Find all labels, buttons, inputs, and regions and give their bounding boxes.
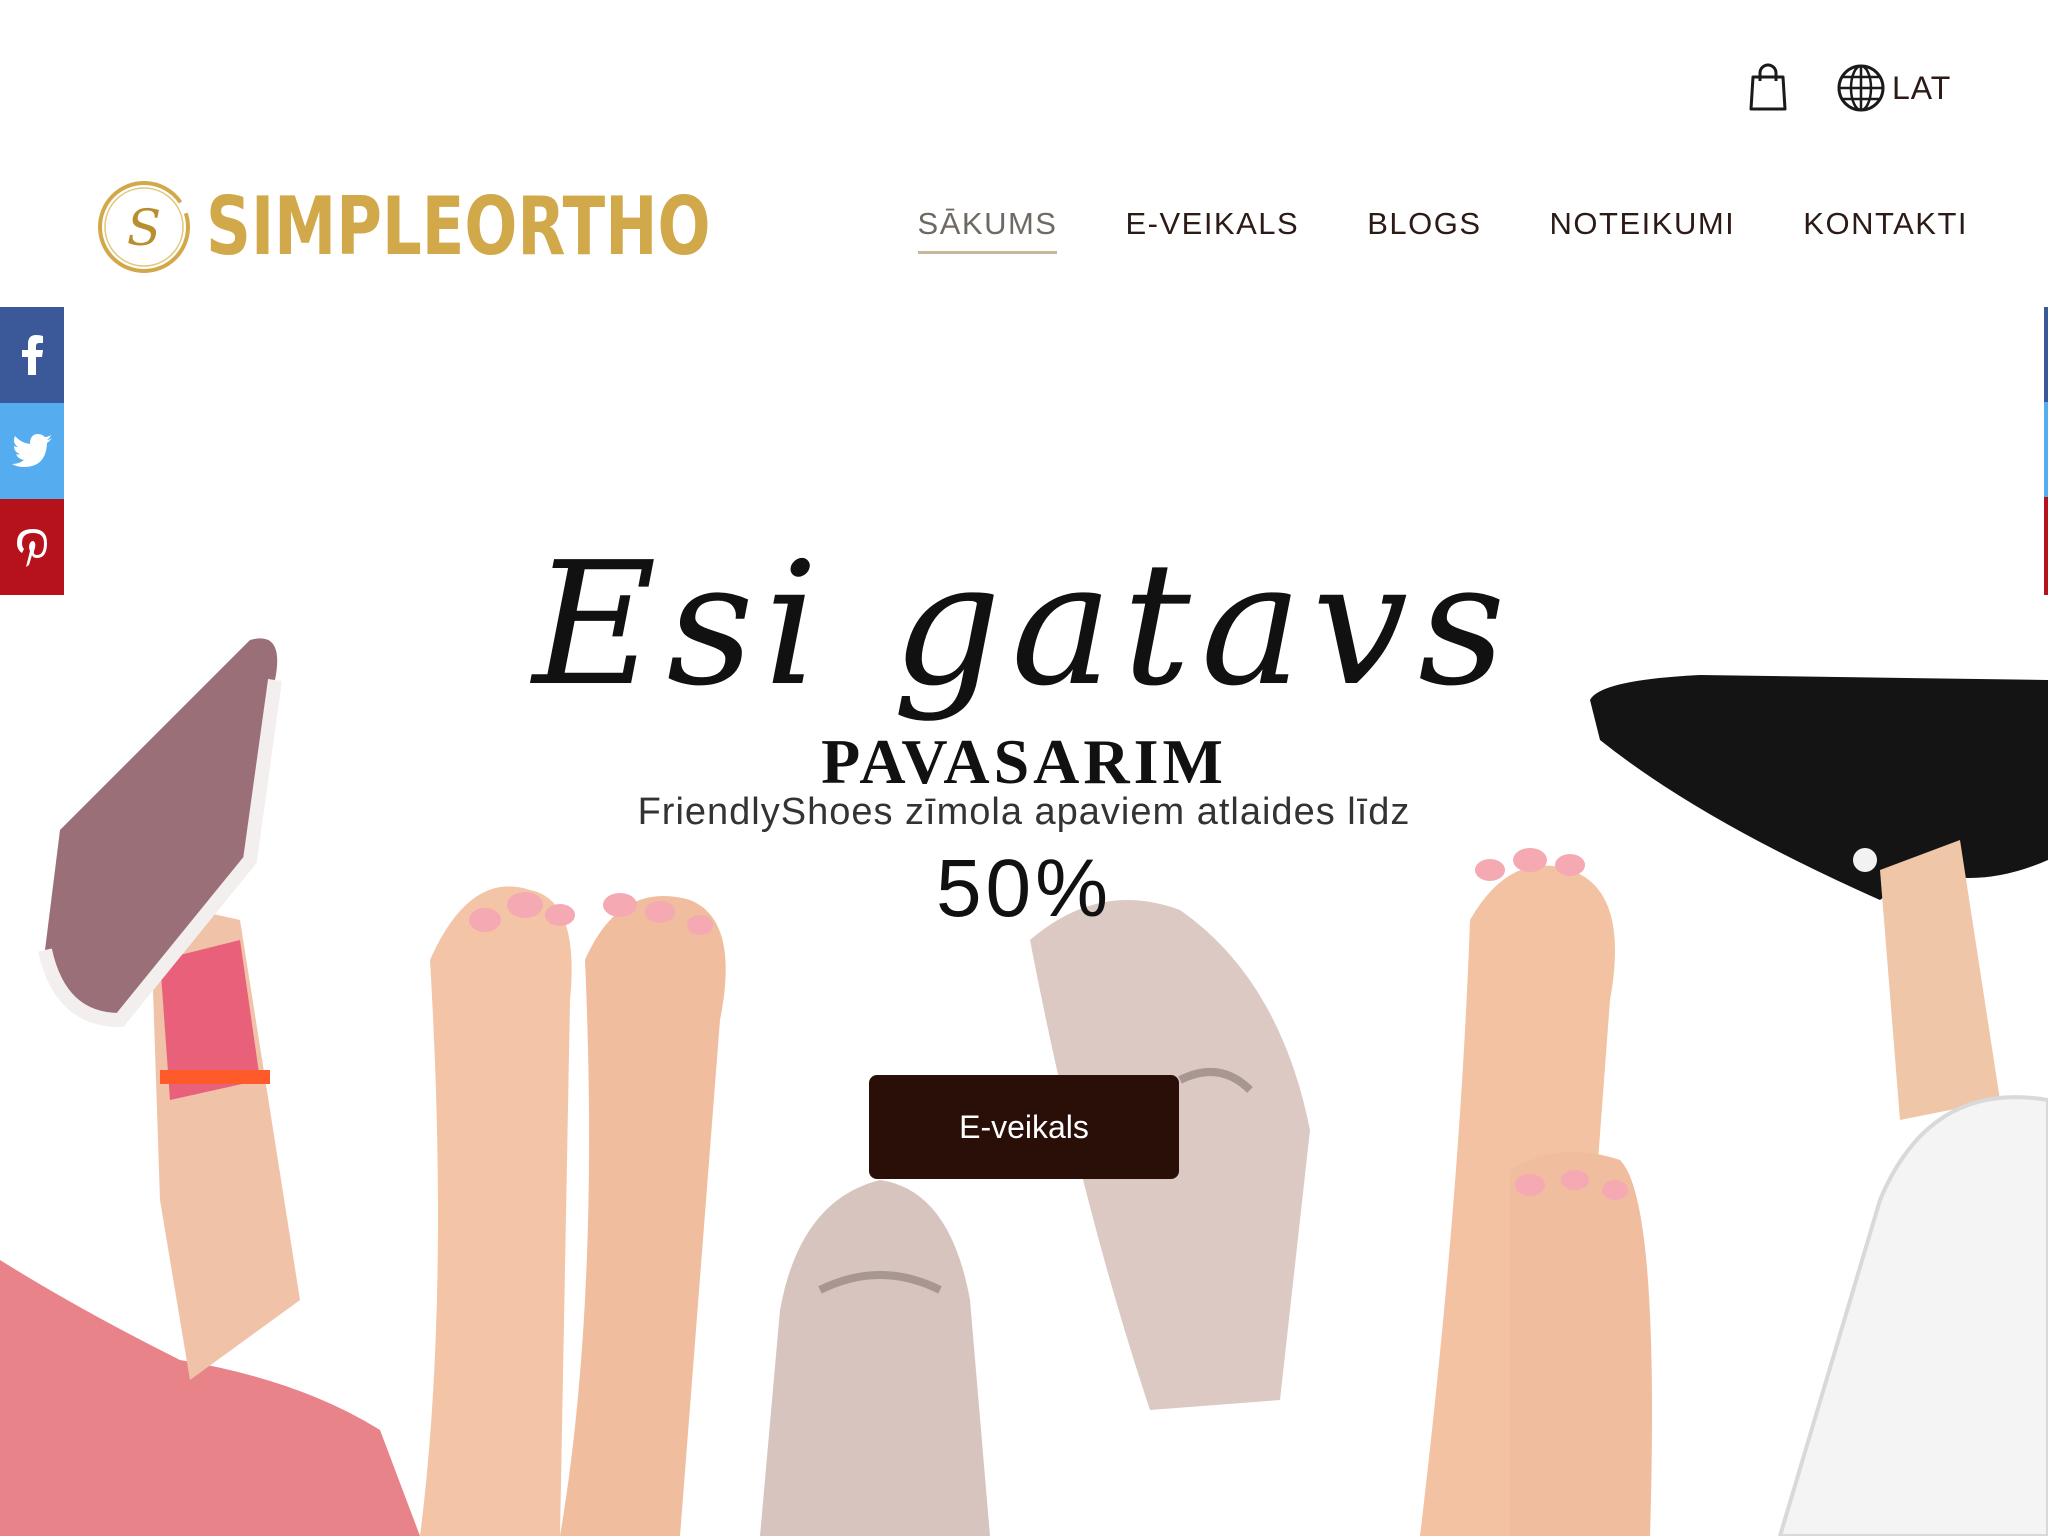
nav-item-noteikumi[interactable]: NOTEIKUMI: [1550, 206, 1736, 252]
social-share-bar: [0, 307, 64, 595]
shopping-bag-icon: [1749, 63, 1787, 111]
language-selector[interactable]: LAT: [1836, 60, 1951, 116]
globe-icon: [1837, 64, 1885, 112]
site-header: S SIMPLEORTHO SĀKUMS E-VEIKALS BLOGS NOT…: [0, 160, 2048, 300]
social-edge-strip: [2044, 307, 2048, 595]
facebook-icon: [22, 335, 43, 375]
logo[interactable]: S SIMPLEORTHO: [92, 172, 853, 282]
nav-item-sakums[interactable]: SĀKUMS: [917, 206, 1058, 254]
shop-cta-button[interactable]: E-veikals: [869, 1075, 1179, 1179]
utility-bar: LAT: [0, 0, 2048, 160]
hero-title: PAVASARIM: [821, 726, 1227, 797]
twitter-share-button[interactable]: [0, 403, 64, 499]
nav-item-kontakti[interactable]: KONTAKTI: [1803, 206, 1968, 252]
logo-monogram: S: [127, 199, 161, 257]
hero-banner: Esi gatavs PAVASARIM FriendlyShoes zīmol…: [0, 300, 2048, 1536]
hero-subtitle: FriendlyShoes zīmola apaviem atlaides lī…: [637, 791, 1411, 833]
pinterest-share-button[interactable]: [0, 499, 64, 595]
nav-item-e-veikals[interactable]: E-VEIKALS: [1125, 206, 1299, 252]
facebook-share-button[interactable]: [0, 307, 64, 403]
nav-item-blogs[interactable]: BLOGS: [1367, 206, 1481, 252]
hero-discount-percent: 50%: [935, 843, 1113, 934]
language-label: LAT: [1892, 69, 1952, 106]
cart-button[interactable]: [1744, 62, 1792, 114]
twitter-icon: [12, 434, 52, 467]
page: LAT S SIMPLEORTHO SĀKUMS E-VEIKALS BLOGS…: [0, 0, 2048, 1536]
hero-script-heading: Esi gatavs: [532, 526, 1516, 724]
pinterest-icon: [17, 529, 47, 567]
logo-text: SIMPLEORTHO: [206, 180, 711, 273]
logo-monogram-icon: S: [98, 181, 190, 273]
main-nav: SĀKUMS E-VEIKALS BLOGS NOTEIKUMI KONTAKT…: [917, 206, 1968, 254]
